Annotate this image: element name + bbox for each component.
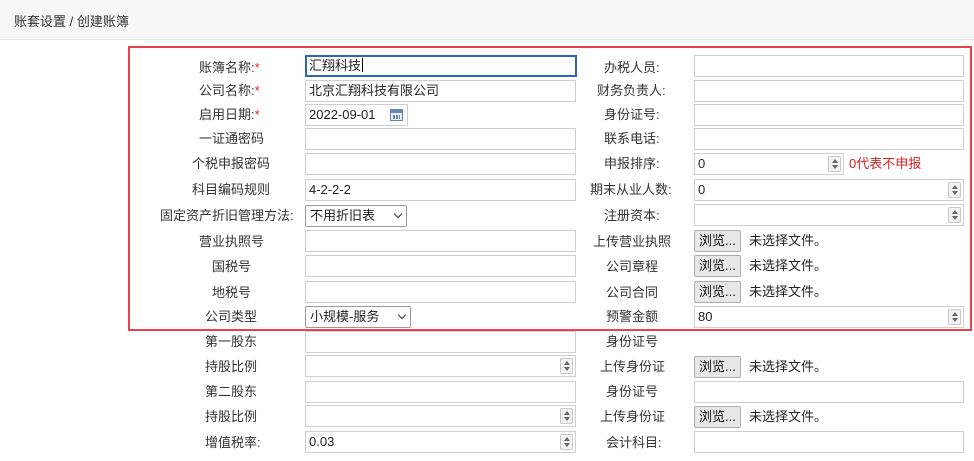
local-tax-input[interactable] <box>305 281 576 303</box>
upload-id-1-browse-button[interactable]: 浏览... <box>694 356 741 378</box>
contact-phone-label: 联系电话: <box>604 131 660 146</box>
one-pass-password-input[interactable] <box>305 128 576 150</box>
spinner-icon[interactable] <box>948 182 961 198</box>
accounting-subject-label: 会计科目: <box>606 435 662 450</box>
spinner-icon[interactable] <box>560 434 573 450</box>
national-tax-input[interactable] <box>305 255 576 277</box>
upload-id-2-label: 上传身份证 <box>600 409 666 424</box>
local-tax-label: 地税号 <box>212 285 252 300</box>
company-name-input[interactable]: 北京汇翔科技有限公司 <box>305 80 576 102</box>
upload-license-browse-button[interactable]: 浏览... <box>694 230 741 252</box>
second-shareholder-input[interactable] <box>305 381 576 403</box>
articles-status: 未选择文件。 <box>749 258 828 273</box>
calendar-icon[interactable] <box>390 109 403 121</box>
spinner-icon[interactable] <box>828 156 841 172</box>
id-number-1-label: 身份证号 <box>606 334 659 349</box>
chevron-down-icon <box>397 310 407 320</box>
start-date-input[interactable]: 2022-09-01 <box>305 104 408 126</box>
articles-browse-button[interactable]: 浏览... <box>694 255 741 277</box>
one-pass-password-label: 一证通密码 <box>199 131 265 146</box>
id-number-label: 身份证号: <box>604 107 660 122</box>
share-ratio-1-input[interactable] <box>305 355 576 377</box>
filing-order-input[interactable]: 0 <box>694 153 844 175</box>
employee-count-input[interactable]: 0 <box>694 179 964 201</box>
contract-status: 未选择文件。 <box>749 284 828 299</box>
share-ratio-2-label: 持股比例 <box>205 409 258 424</box>
iit-password-input[interactable] <box>305 153 576 175</box>
business-license-label: 营业执照号 <box>199 234 265 249</box>
book-name-label: 账簿名称:* <box>199 60 260 75</box>
id-number-2-label: 身份证号 <box>606 384 659 399</box>
vat-rate-label: 增值税率: <box>205 435 261 450</box>
depreciation-method-label: 固定资产折旧管理方法: <box>160 208 294 223</box>
registered-capital-input[interactable] <box>694 204 964 226</box>
tax-officer-label: 办税人员: <box>604 60 660 75</box>
spinner-icon[interactable] <box>560 408 573 424</box>
start-date-label: 启用日期:* <box>199 107 260 122</box>
depreciation-method-select[interactable]: 不用折旧表 <box>305 205 407 227</box>
national-tax-label: 国税号 <box>212 259 252 274</box>
registered-capital-label: 注册资本: <box>604 208 660 223</box>
upload-id-2-status: 未选择文件。 <box>749 409 828 424</box>
filing-order-hint: 0代表不申报 <box>849 156 922 171</box>
contact-phone-input[interactable] <box>694 128 964 150</box>
share-ratio-2-input[interactable] <box>305 405 576 427</box>
share-ratio-1-label: 持股比例 <box>205 359 258 374</box>
first-shareholder-input[interactable] <box>305 331 576 353</box>
company-type-label: 公司类型 <box>205 309 258 324</box>
spinner-icon[interactable] <box>948 309 961 325</box>
accounting-subject-input[interactable] <box>694 431 964 453</box>
upload-id-1-label: 上传身份证 <box>600 359 666 374</box>
second-shareholder-label: 第二股东 <box>205 384 258 399</box>
tax-officer-input[interactable] <box>694 55 964 77</box>
book-name-input[interactable]: 汇翔科技 <box>305 55 577 77</box>
filing-order-label: 申报排序: <box>604 156 660 171</box>
upload-license-label: 上传营业执照 <box>593 234 672 249</box>
warning-amount-input[interactable]: 80 <box>694 306 964 328</box>
upload-id-2-browse-button[interactable]: 浏览... <box>694 406 741 428</box>
finance-manager-label: 财务负责人: <box>597 83 666 98</box>
warning-amount-label: 预警金额 <box>606 309 659 324</box>
vat-rate-input[interactable]: 0.03 <box>305 431 576 453</box>
company-name-label: 公司名称:* <box>199 83 260 98</box>
spinner-icon[interactable] <box>948 207 961 223</box>
account-code-rule-input[interactable]: 4-2-2-2 <box>305 179 576 201</box>
iit-password-label: 个税申报密码 <box>192 156 271 171</box>
articles-label: 公司章程 <box>606 259 659 274</box>
account-code-rule-label: 科目编码规则 <box>192 182 271 197</box>
spinner-icon[interactable] <box>560 358 573 374</box>
finance-manager-input[interactable] <box>694 80 964 102</box>
company-type-select[interactable]: 小规模-服务 <box>305 306 411 328</box>
business-license-input[interactable] <box>305 230 576 252</box>
id-number-2-input[interactable] <box>694 381 964 403</box>
upload-id-1-status: 未选择文件。 <box>749 359 828 374</box>
chevron-down-icon <box>393 209 403 219</box>
employee-count-label: 期末从业人数: <box>590 182 672 197</box>
upload-license-status: 未选择文件。 <box>749 233 828 248</box>
contract-label: 公司合同 <box>606 285 659 300</box>
first-shareholder-label: 第一股东 <box>205 334 258 349</box>
top-bar: 账套设置 / 创建账簿 <box>0 0 974 40</box>
breadcrumb: 账套设置 / 创建账簿 <box>14 14 129 29</box>
contract-browse-button[interactable]: 浏览... <box>694 281 741 303</box>
id-number-input[interactable] <box>694 104 964 126</box>
